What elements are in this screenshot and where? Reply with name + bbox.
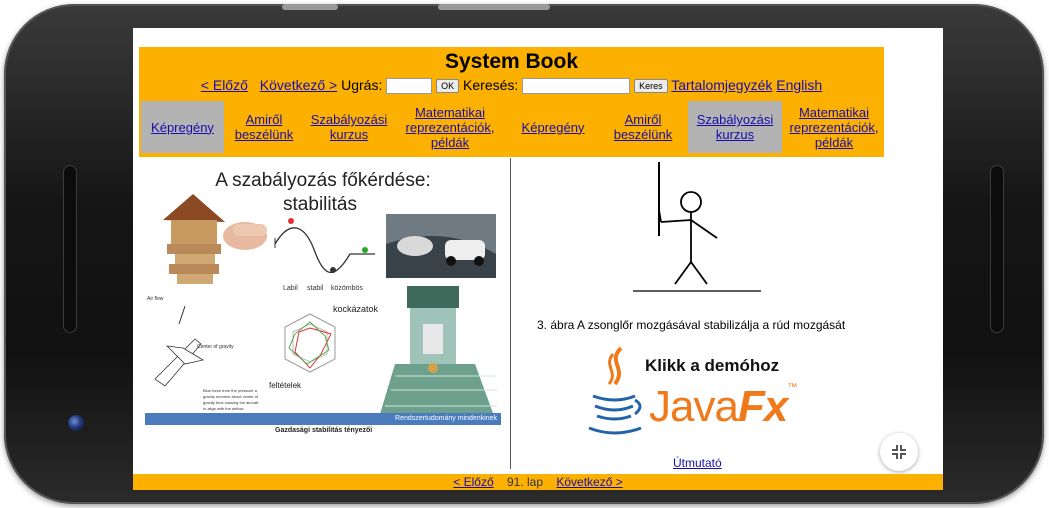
tab-szabalyozasi-kurzus[interactable]: Szabályozási kurzus	[307, 101, 391, 153]
page-title: System Book	[444, 50, 579, 73]
javafx-java-text: Java	[649, 382, 739, 431]
search-button[interactable]: Keres	[634, 79, 668, 94]
search-input[interactable]	[522, 78, 631, 95]
page-footer: < Előző 91. lap Következő >	[133, 474, 943, 490]
label-stabil: stabil	[307, 285, 324, 292]
column-divider	[510, 158, 511, 469]
slide-heading-2: stabilitás	[283, 194, 357, 215]
tab-amirol-beszelunk[interactable]: Amiről beszélünk	[227, 101, 301, 153]
tab-kepregeny[interactable]: Képregény	[141, 101, 224, 153]
tab-kepregeny-2[interactable]: Képregény	[507, 101, 599, 153]
label-kozombos: közömbös	[331, 285, 363, 292]
next-link[interactable]: Következő >	[260, 77, 337, 93]
ok-button[interactable]: OK	[436, 79, 460, 94]
juggler-stick-figure	[621, 158, 773, 301]
airplane-desc-3: gravity thus causing the aircraft	[203, 400, 259, 405]
airplane-diagram: Air flow Center of gravity Blue force fr…	[147, 296, 259, 411]
exit-fullscreen-icon	[892, 445, 906, 459]
footer-next-link[interactable]: Következő >	[556, 475, 622, 489]
jenga-house-image	[163, 194, 267, 284]
economic-label: Gazdasági stabilitás tényezői	[275, 427, 372, 434]
page-number: 91. lap	[506, 475, 543, 489]
tab-matematikai-reprezentaciok[interactable]: Matematikai reprezentációk, példák	[397, 101, 503, 153]
right-speaker	[991, 166, 1003, 332]
book-header: System Book < Előző Következő > Ugrás: O…	[139, 47, 884, 157]
footer-prev-link[interactable]: < Előző	[453, 475, 493, 489]
cg-label: Center of gravity	[197, 344, 234, 350]
stability-slide-image: A szabályozás főkérdése: stabilitás Labi…	[145, 164, 501, 434]
airplane-desc-2: gravity moment about center of	[203, 394, 259, 399]
left-speaker	[64, 166, 76, 332]
risks-label: kockázatok	[333, 304, 379, 314]
javafx-demo-link[interactable]: Klikk a demóhoz JavaFx™	[587, 344, 837, 446]
jump-label: Ugrás:	[341, 77, 383, 93]
power-button	[438, 4, 550, 10]
stability-curve-diagram: Labil stabil közömbös	[274, 218, 375, 292]
java-cup-icon	[588, 346, 642, 435]
tab-amirol-beszelunk-2[interactable]: Amiről beszélünk	[603, 101, 683, 153]
slide-banner: Rendszertudomány mindenkinek	[145, 413, 501, 425]
slide-heading-1: A szabályozás főkérdése:	[215, 170, 430, 191]
volume-button	[282, 4, 338, 10]
front-camera-icon	[68, 415, 84, 431]
javafx-logo: JavaFx™	[649, 382, 797, 432]
skyscraper-photo	[377, 286, 497, 424]
tab-matematikai-reprezentaciok-2[interactable]: Matematikai reprezentációk, példák	[785, 101, 883, 153]
figure-caption: 3. ábra A zsonglőr mozgásával stabilizál…	[537, 318, 846, 332]
tab-szabalyozasi-kurzus-2[interactable]: Szabályozási kurzus	[688, 101, 782, 153]
english-link[interactable]: English	[776, 77, 822, 93]
javafx-fx-text: Fx	[737, 382, 788, 431]
demo-text: Klikk a demóhoz	[645, 356, 780, 375]
guide-link[interactable]: Útmutató	[673, 456, 722, 470]
search-label: Keresés:	[463, 77, 519, 93]
airplane-desc-4: to align with the airflow	[203, 406, 244, 411]
toc-link[interactable]: Tartalomjegyzék	[671, 77, 772, 93]
navigation-row: < Előző Következő > Ugrás: OK Keresés: K…	[139, 77, 884, 95]
exit-fullscreen-button[interactable]	[880, 433, 918, 471]
airflow-label: Air flow	[147, 296, 164, 302]
car-photo	[386, 214, 496, 278]
browser-screen: System Book < Előző Következő > Ugrás: O…	[133, 28, 943, 490]
chapter-tabs: Képregény Amiről beszélünk Szabályozási …	[141, 101, 883, 153]
trademark-symbol: ™	[787, 382, 797, 393]
conditions-label: feltételek	[269, 381, 302, 390]
prev-link[interactable]: < Előző	[201, 77, 248, 93]
figure-column: 3. ábra A zsonglőr mozgásával stabilizál…	[513, 158, 933, 488]
airplane-desc-1: Blue force from the pressure a	[203, 388, 258, 393]
jump-input[interactable]	[386, 78, 433, 95]
label-labil: Labil	[283, 285, 298, 292]
